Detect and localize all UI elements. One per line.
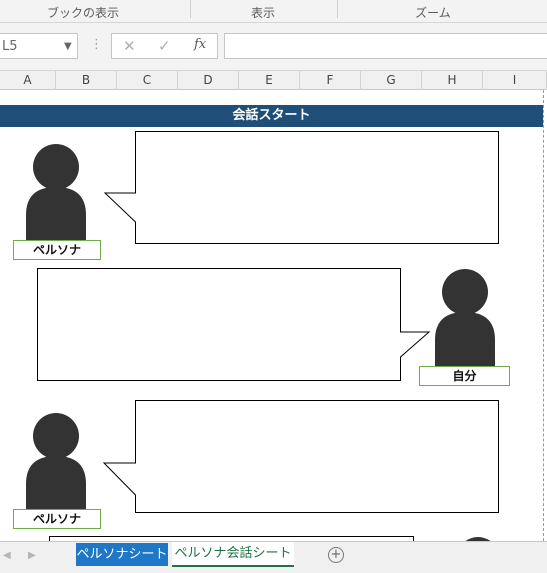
column-header-c[interactable]: C (117, 71, 178, 90)
formula-bar-row: L5 ▼ ⋮ ✕ ✓ fx (0, 23, 547, 70)
speaker-label[interactable]: ペルソナ (13, 509, 101, 529)
column-header-g[interactable]: G (361, 71, 422, 90)
sheet-tab-bar: ◀ ▶ ペルソナシート ペルソナ会話シート + (0, 541, 547, 573)
ribbon-separator (190, 0, 191, 18)
tab-persona-conversation-sheet[interactable]: ペルソナ会話シート (172, 542, 294, 567)
column-header-d[interactable]: D (178, 71, 239, 90)
ribbon-group-show: 表示 (250, 6, 275, 20)
column-header-i[interactable]: I (483, 71, 547, 90)
person-icon[interactable] (24, 143, 88, 241)
person-icon[interactable] (24, 412, 88, 510)
name-box[interactable]: L5 ▼ (0, 33, 78, 59)
cancel-icon[interactable]: ✕ (123, 37, 136, 55)
speech-bubble[interactable] (100, 130, 502, 246)
dropdown-arrow-icon[interactable]: ▼ (64, 41, 72, 52)
column-header-e[interactable]: E (239, 71, 300, 90)
person-icon[interactable] (433, 268, 497, 366)
formula-buttons: ✕ ✓ fx (111, 33, 218, 59)
name-box-value: L5 (2, 39, 18, 54)
page-break-line (543, 90, 544, 541)
speaker-label[interactable]: 自分 (419, 366, 510, 386)
column-headers: A B C D E F G H I (0, 70, 547, 90)
column-header-f[interactable]: F (300, 71, 361, 90)
tab-persona-sheet[interactable]: ペルソナシート (76, 543, 168, 566)
scroll-left-icon[interactable]: ◀ (3, 550, 11, 561)
ribbon-group-labels: ブックの表示 表示 ズーム (0, 0, 547, 23)
ribbon-group-zoom: ズーム (415, 6, 451, 20)
scroll-right-icon[interactable]: ▶ (28, 550, 36, 561)
conversation-start-banner[interactable]: 会話スタート (0, 105, 543, 127)
enter-icon[interactable]: ✓ (158, 37, 171, 55)
add-sheet-icon[interactable]: + (328, 547, 344, 563)
speaker-label[interactable]: ペルソナ (13, 240, 101, 260)
worksheet[interactable]: 会話スタート ペルソナ 自分 ペルソナ (0, 90, 547, 541)
ribbon-group-book-view: ブックの表示 (46, 6, 119, 20)
speech-bubble[interactable] (36, 267, 431, 383)
column-header-h[interactable]: H (422, 71, 483, 90)
formula-input[interactable] (224, 33, 547, 59)
column-header-a[interactable]: A (0, 71, 56, 90)
formula-bar-grip-icon[interactable]: ⋮ (90, 38, 103, 51)
function-icon[interactable]: fx (194, 37, 206, 52)
column-header-b[interactable]: B (56, 71, 117, 90)
speech-bubble[interactable] (100, 399, 502, 515)
ribbon-separator (337, 0, 338, 18)
